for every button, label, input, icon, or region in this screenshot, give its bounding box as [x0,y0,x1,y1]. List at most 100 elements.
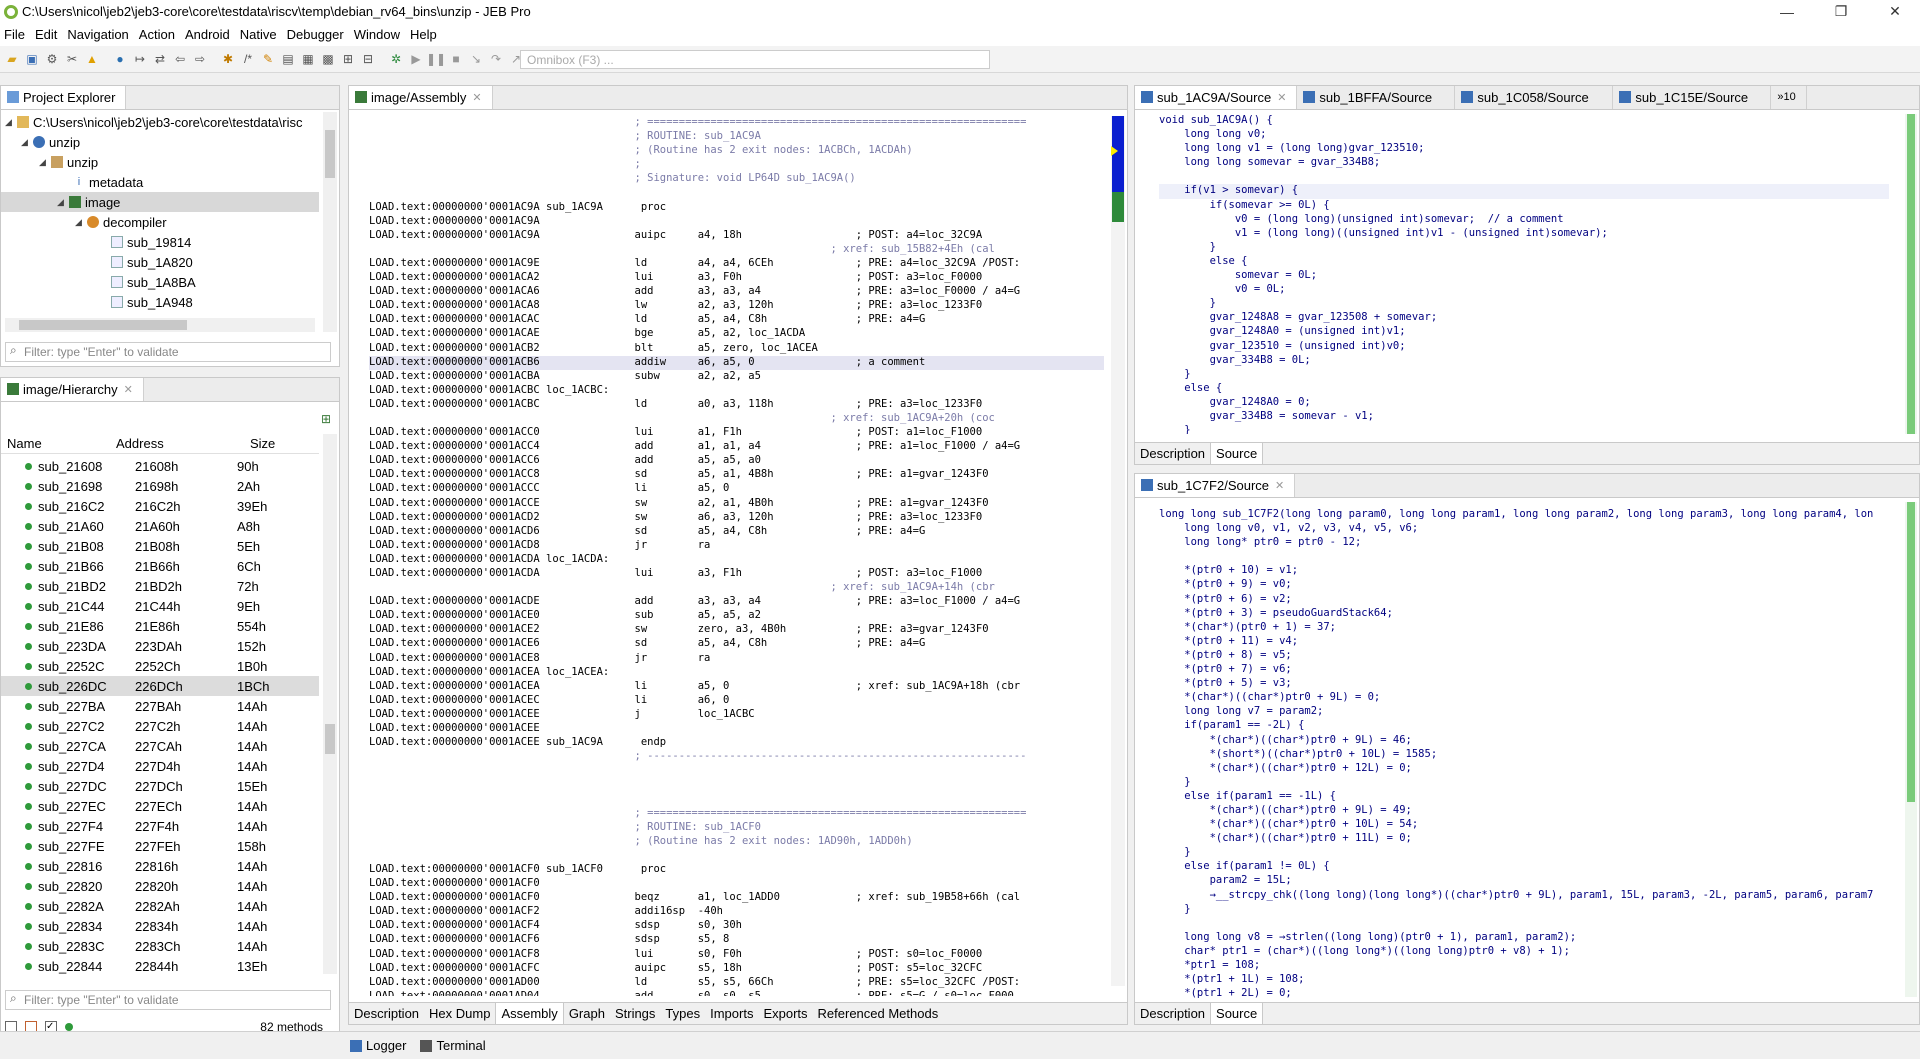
rename-icon[interactable]: ✎ [259,50,277,68]
source-line[interactable]: *(ptr0 + 5) = v3; [1159,677,1899,691]
pause-icon[interactable]: ❚❚ [426,50,446,68]
table-row[interactable]: sub_22820 22820h 14Ah [1,876,319,896]
menu-debugger[interactable]: Debugger [283,27,350,42]
close-icon[interactable]: ✕ [124,383,133,396]
assembly-line[interactable]: LOAD.text:00000000'0001ACF0 beqz a1, loc… [369,891,1104,905]
menu-window[interactable]: Window [350,27,406,42]
assembly-line[interactable]: ; xref: sub_1AC9A+14h (cbr [369,581,1104,595]
source-line[interactable]: *(ptr0 + 11) = v4; [1159,635,1899,649]
tab-source-sub-1bffa[interactable]: sub_1BFFA/Source [1297,86,1456,109]
tab-assembly[interactable]: image/Assembly ✕ [349,86,493,109]
menu-native[interactable]: Native [236,27,283,42]
source-line[interactable]: long long v7 = param2; [1159,705,1899,719]
forward-icon[interactable]: ⇨ [191,50,209,68]
assembly-line[interactable]: LOAD.text:00000000'0001ACF6 sdsp s5, 8 [369,933,1104,947]
assembly-line[interactable]: LOAD.text:00000000'0001ACB6 addiw a6, a5… [369,355,1104,370]
source-line[interactable]: *(ptr0 + 6) = v2; [1159,593,1899,607]
assembly-line[interactable]: LOAD.text:00000000'0001ACC0 lui a1, F1h … [369,426,1104,440]
assembly-line[interactable] [369,849,1104,863]
hierarchy-filter-input[interactable]: Filter: type "Enter" to validate [5,990,331,1010]
cut-icon[interactable]: ✂ [63,50,81,68]
assembly-line[interactable]: ; xref: sub_1AC9A+20h (coc [369,412,1104,426]
table-row[interactable]: sub_227BA 227BAh 14Ah [1,696,319,716]
source-bottom-scrollbar[interactable] [1905,502,1917,997]
column-address[interactable]: Address [116,436,218,451]
source-line[interactable] [1159,550,1899,564]
source-line[interactable]: *(ptr0 + 10) = v1; [1159,564,1899,578]
assembly-line[interactable]: LOAD.text:00000000'0001ACA8 lw a2, a3, 1… [369,299,1104,313]
document-icon[interactable]: ▤ [279,50,297,68]
graph-icon[interactable]: ▩ [319,50,337,68]
source-line[interactable]: else { [1159,382,1889,396]
assembly-line[interactable]: LOAD.text:00000000'0001ACE2 sw zero, a3,… [369,623,1104,637]
tab-assembly-view[interactable]: Assembly [495,1002,564,1024]
assembly-line[interactable]: ; Signature: void LP64D sub_1AC9A() [369,172,1104,186]
tab-source-sub-1c7f2[interactable]: sub_1C7F2/Source ✕ [1135,474,1296,497]
tree-vertical-scrollbar[interactable] [323,112,337,332]
tab-source-sub-1ac9a[interactable]: sub_1AC9A/Source ✕ [1135,86,1298,109]
source-line[interactable]: param2 = 15L; [1159,874,1899,888]
source-line[interactable]: *(char*)((char*)ptr0 + 9L) = 46; [1159,734,1899,748]
tree-node-method[interactable]: sub_1A948 [1,292,319,312]
assembly-line[interactable]: LOAD.text:00000000'0001AC9A [369,215,1104,229]
run-icon[interactable]: ▶ [407,50,425,68]
source-line[interactable]: long long somevar = gvar_334B8; [1159,156,1889,170]
source-line[interactable]: } [1159,846,1899,860]
table-row[interactable]: sub_2282A 2282Ah 14Ah [1,896,319,916]
assembly-line[interactable]: LOAD.text:00000000'0001ACDA loc_1ACDA: [369,553,1104,567]
warning-icon[interactable]: ▲ [83,50,101,68]
source-line[interactable]: else { [1159,255,1889,269]
assembly-line[interactable]: LOAD.text:00000000'0001ACBC loc_1ACBC: [369,384,1104,398]
source-top-code-view[interactable]: void sub_1AC9A() { long long v0; long lo… [1159,114,1889,434]
globe-icon[interactable]: ● [111,50,129,68]
assembly-line[interactable]: LOAD.text:00000000'0001ACC8 sd a5, a1, 4… [369,468,1104,482]
column-size[interactable]: Size [218,436,278,451]
source-line[interactable]: *(short*)((char*)ptr0 + 10L) = 1585; [1159,748,1899,762]
source-line[interactable]: long long v1 = (long long)gvar_123510; [1159,142,1889,156]
source-line[interactable]: long long v0; [1159,128,1889,142]
assembly-line[interactable]: LOAD.text:00000000'0001ACAC ld a5, a4, C… [369,313,1104,327]
column-name[interactable]: Name [1,436,116,451]
jump-icon[interactable]: ↦ [131,50,149,68]
source-line[interactable]: } [1159,241,1889,255]
source-line[interactable]: *(char*)((char*)ptr0 + 11L) = 0; [1159,832,1899,846]
tab-exports[interactable]: Exports [758,1003,812,1025]
table-row[interactable]: sub_227D4 227D4h 14Ah [1,756,319,776]
assembly-line[interactable]: ; ======================================… [369,116,1104,130]
assembly-line[interactable]: LOAD.text:00000000'0001ACF2 addi16sp -40… [369,905,1104,919]
table-row[interactable]: sub_227C2 227C2h 14Ah [1,716,319,736]
open-icon[interactable]: ▰ [3,50,21,68]
tab-imports[interactable]: Imports [705,1003,758,1025]
assembly-line[interactable]: LOAD.text:00000000'0001AC9A auipc a4, 18… [369,229,1104,243]
assembly-line[interactable]: LOAD.text:00000000'0001ACBA subw a2, a2,… [369,370,1104,384]
source-line[interactable]: long long v8 = →strlen((long long)(ptr0 … [1159,931,1899,945]
assembly-line[interactable]: LOAD.text:00000000'0001ACF4 sdsp s0, 30h [369,919,1104,933]
source-line[interactable]: if(v1 > somevar) { [1159,184,1889,199]
table-row[interactable]: sub_216C2 216C2h 39Eh [1,496,319,516]
source-line[interactable]: *(char*)((char*)ptr0 + 9L) = 0; [1159,691,1899,705]
table-row[interactable]: sub_227EC 227ECh 14Ah [1,796,319,816]
tree-node-unzip-unit[interactable]: ◢ unzip [1,152,319,172]
tab-referenced-methods[interactable]: Referenced Methods [813,1003,944,1025]
table-row[interactable]: sub_226DC 226DCh 1BCh [1,676,319,696]
source-line[interactable]: gvar_334B8 = somevar - v1; [1159,410,1889,424]
tree-node-unzip[interactable]: ◢ unzip [1,132,319,152]
close-button[interactable]: ✕ [1872,0,1918,23]
source-line[interactable]: *(ptr1 + 2L) = 0; [1159,987,1899,998]
source-line[interactable]: gvar_334B8 = 0L; [1159,354,1889,368]
table-row[interactable]: sub_21B08 21B08h 5Eh [1,536,319,556]
assembly-line[interactable]: ; ======================================… [369,807,1104,821]
source-line[interactable]: else if(param1 != 0L) { [1159,860,1899,874]
save-icon[interactable]: ▣ [23,50,41,68]
assembly-line[interactable]: LOAD.text:00000000'0001ACE0 sub a5, a5, … [369,609,1104,623]
source-line[interactable]: void sub_1AC9A() { [1159,114,1889,128]
table-row[interactable]: sub_21BD2 21BD2h 72h [1,576,319,596]
menu-navigation[interactable]: Navigation [63,27,134,42]
assembly-line[interactable]: LOAD.text:00000000'0001ACCC li a5, 0 [369,482,1104,496]
table-row[interactable]: sub_22816 22816h 14Ah [1,856,319,876]
source-line[interactable]: char* ptr1 = (char*)((long long*)((long … [1159,945,1899,959]
tab-hex-dump[interactable]: Hex Dump [424,1003,495,1025]
assembly-line[interactable]: LOAD.text:00000000'0001ACEA loc_1ACEA: [369,666,1104,680]
assembly-overview-bar[interactable] [1111,116,1125,986]
back-icon[interactable]: ⇦ [171,50,189,68]
